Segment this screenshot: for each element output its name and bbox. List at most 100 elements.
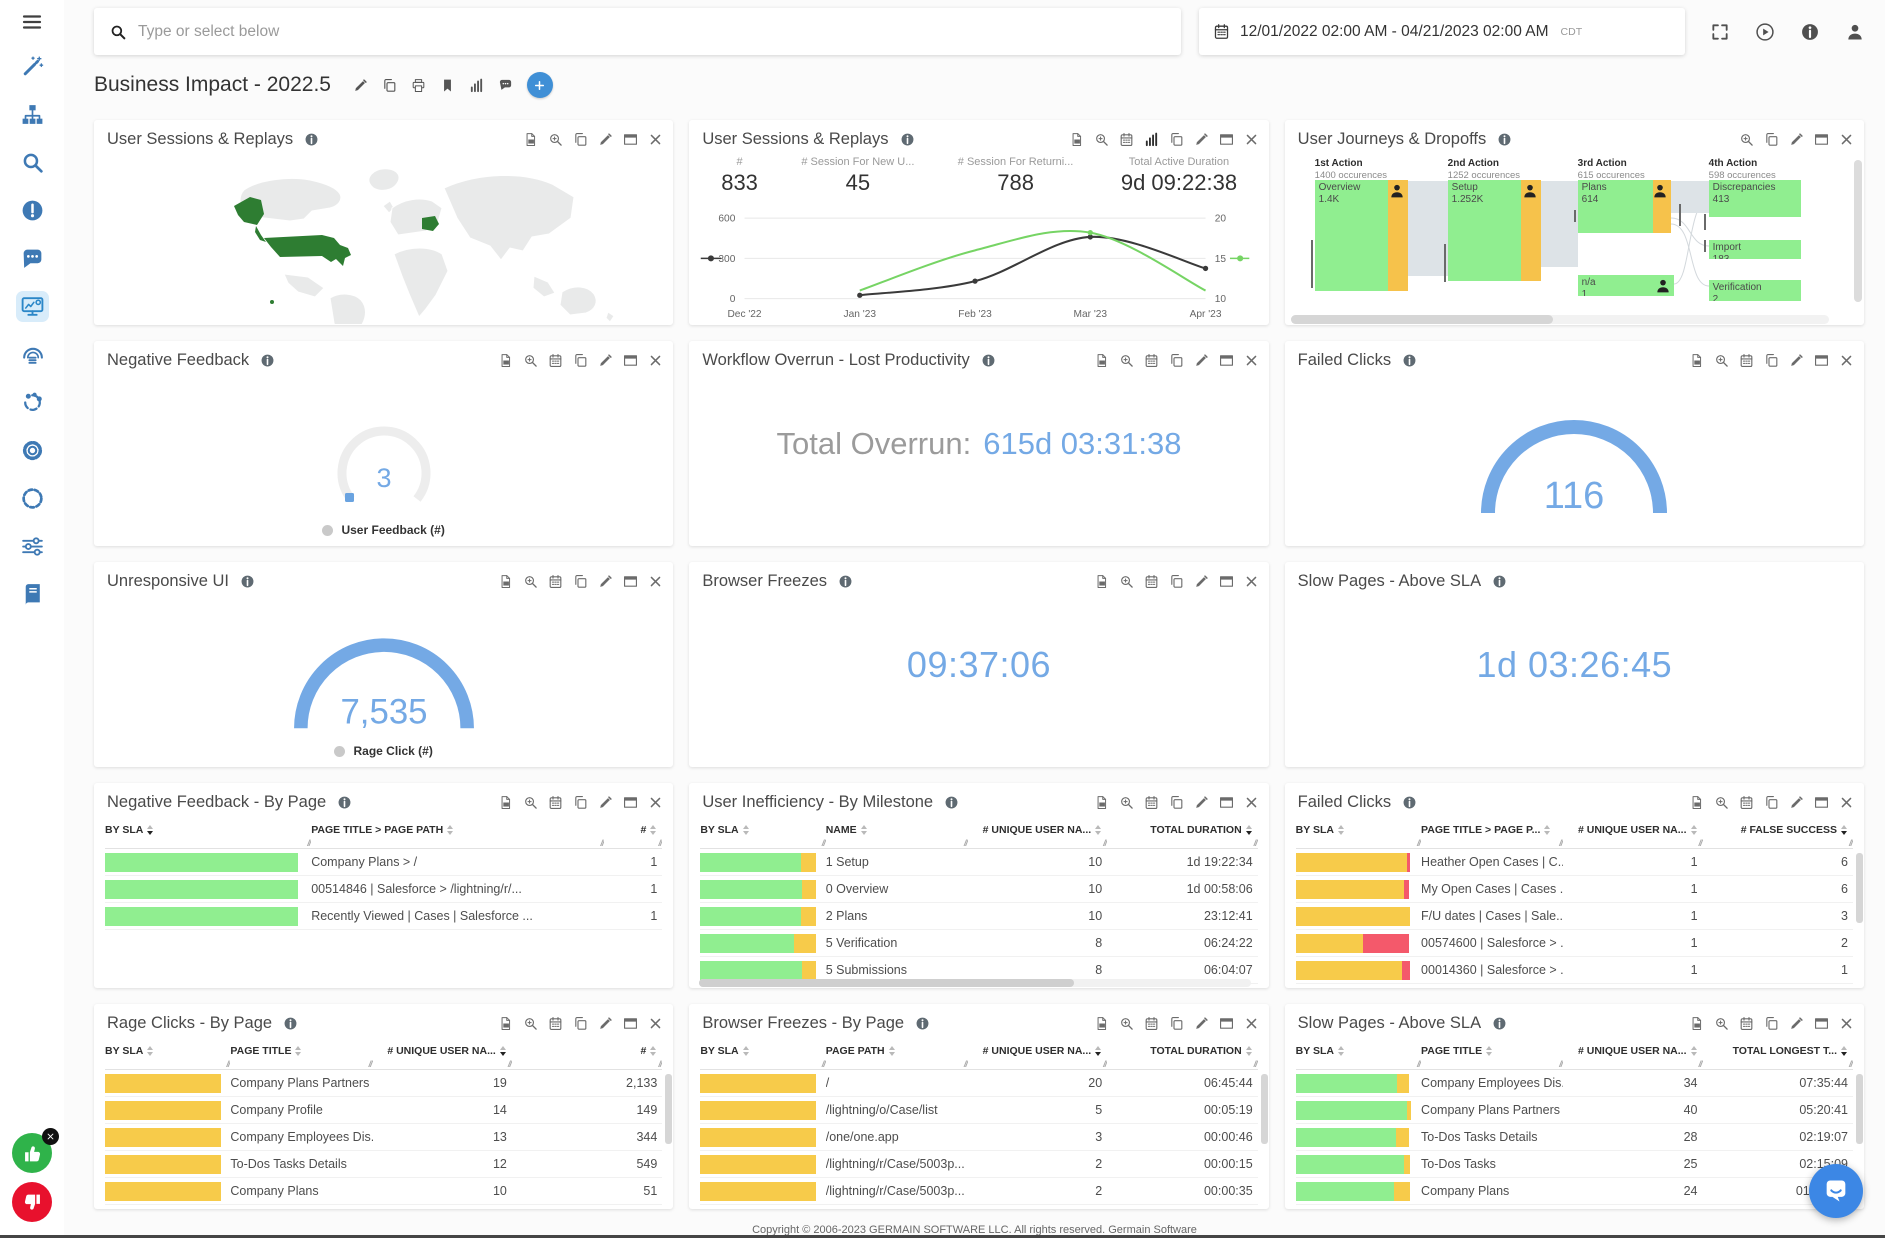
print-icon[interactable] xyxy=(411,78,426,93)
zoom-icon[interactable] xyxy=(523,353,538,368)
sidebar-item-settings[interactable] xyxy=(16,435,49,466)
export-csv-icon[interactable] xyxy=(1094,1016,1109,1031)
info-icon[interactable] xyxy=(1492,574,1507,589)
column-header[interactable]: # UNIQUE USER NA...// xyxy=(1563,817,1702,848)
edit-icon[interactable] xyxy=(1194,1016,1209,1031)
table-row[interactable]: Company Plans1051 xyxy=(105,1178,662,1205)
table-row[interactable]: /lightning/r/Case/5003p...200:00:35 xyxy=(700,1178,1257,1205)
edit-icon[interactable] xyxy=(598,132,613,147)
close-icon[interactable] xyxy=(1244,132,1259,147)
edit-icon[interactable] xyxy=(1194,574,1209,589)
copy-icon[interactable] xyxy=(573,574,588,589)
calendar-icon[interactable] xyxy=(1119,132,1134,147)
calendar-icon[interactable] xyxy=(548,353,563,368)
info-icon[interactable] xyxy=(1402,353,1417,368)
info-icon[interactable] xyxy=(1800,22,1820,42)
table-row[interactable]: To-Dos Tasks Details12549 xyxy=(105,1151,662,1178)
export-csv-icon[interactable] xyxy=(498,1016,513,1031)
sidebar-item-alerts[interactable] xyxy=(16,195,49,226)
calendar-icon[interactable] xyxy=(1739,1016,1754,1031)
zoom-icon[interactable] xyxy=(523,574,538,589)
info-icon[interactable] xyxy=(337,795,352,810)
column-header[interactable]: # UNIQUE USER NA...// xyxy=(968,817,1107,848)
table-row[interactable]: /lightning/o/Case/list500:05:19 xyxy=(700,1097,1257,1124)
vertical-scrollbar[interactable] xyxy=(1854,160,1862,302)
sidebar-item-workflow[interactable] xyxy=(16,387,49,418)
journey-node[interactable]: Overview1.4K xyxy=(1315,180,1408,291)
column-header[interactable]: PAGE TITLE// xyxy=(1421,1038,1563,1069)
zoom-icon[interactable] xyxy=(1714,795,1729,810)
comment-icon[interactable] xyxy=(498,78,513,93)
window-icon[interactable] xyxy=(623,795,638,810)
sidebar-item-hierarchy[interactable] xyxy=(16,99,49,130)
copy-icon[interactable] xyxy=(573,1016,588,1031)
sidebar-item-session-replay[interactable] xyxy=(16,339,49,370)
export-csv-icon[interactable] xyxy=(498,574,513,589)
copy-icon[interactable] xyxy=(1169,132,1184,147)
zoom-icon[interactable] xyxy=(1119,1016,1134,1031)
close-icon[interactable] xyxy=(1839,1016,1854,1031)
copy-icon[interactable] xyxy=(1169,795,1184,810)
window-icon[interactable] xyxy=(1814,1016,1829,1031)
export-csv-icon[interactable] xyxy=(498,795,513,810)
table-row[interactable]: Company Profile14149 xyxy=(105,1097,662,1124)
info-icon[interactable] xyxy=(1402,795,1417,810)
table-row[interactable]: /one/one.app300:00:46 xyxy=(700,1124,1257,1151)
journey-node[interactable]: Discrepancies413 xyxy=(1709,180,1801,217)
sidebar-item-automation-wand[interactable] xyxy=(16,51,49,82)
table-row[interactable]: 0 Overview101d 00:58:06 xyxy=(700,876,1257,903)
column-header[interactable]: # UNIQUE USER NA...// xyxy=(373,1038,512,1069)
close-icon[interactable] xyxy=(1839,353,1854,368)
thumbs-up-button[interactable] xyxy=(12,1133,52,1173)
table-row[interactable]: Recently Viewed | Cases | Salesforce ...… xyxy=(105,903,662,930)
zoom-icon[interactable] xyxy=(1739,132,1754,147)
calendar-icon[interactable] xyxy=(1144,574,1159,589)
export-csv-icon[interactable] xyxy=(1689,353,1704,368)
info-icon[interactable] xyxy=(944,795,959,810)
calendar-icon[interactable] xyxy=(1144,1016,1159,1031)
window-icon[interactable] xyxy=(1814,795,1829,810)
journey-node[interactable]: Import183 xyxy=(1709,240,1801,259)
window-icon[interactable] xyxy=(1219,1016,1234,1031)
chart-toggle-icon[interactable] xyxy=(1144,132,1159,147)
table-row[interactable]: /2006:45:44 xyxy=(700,1070,1257,1097)
table-row[interactable]: My Open Cases | Cases ...16 xyxy=(1296,876,1853,903)
export-csv-icon[interactable] xyxy=(1689,795,1704,810)
copy-icon[interactable] xyxy=(1169,574,1184,589)
search-bar[interactable] xyxy=(94,8,1181,55)
table-row[interactable] xyxy=(1296,984,1853,988)
window-icon[interactable] xyxy=(1219,132,1234,147)
edit-icon[interactable] xyxy=(1194,132,1209,147)
calendar-icon[interactable] xyxy=(548,1016,563,1031)
journey-node[interactable]: Verification2 xyxy=(1709,280,1801,301)
table-row[interactable]: /lightning/r/Case/5003p...200:00:15 xyxy=(700,1151,1257,1178)
copy-icon[interactable] xyxy=(382,78,397,93)
table-row[interactable]: Company Plans2401:31:1... xyxy=(1296,1178,1853,1205)
journey-node[interactable]: Plans614 xyxy=(1578,180,1671,233)
calendar-icon[interactable] xyxy=(1144,353,1159,368)
copy-icon[interactable] xyxy=(573,132,588,147)
info-icon[interactable] xyxy=(304,132,319,147)
edit-icon[interactable] xyxy=(598,574,613,589)
info-icon[interactable] xyxy=(981,353,996,368)
column-header[interactable]: TOTAL DURATION// xyxy=(1107,1038,1257,1069)
close-icon[interactable] xyxy=(1839,795,1854,810)
edit-icon[interactable] xyxy=(1789,795,1804,810)
edit-icon[interactable] xyxy=(598,1016,613,1031)
column-header[interactable]: # FALSE SUCCESS// xyxy=(1703,817,1853,848)
search-input[interactable] xyxy=(138,23,1166,41)
vertical-scrollbar[interactable] xyxy=(665,1074,672,1144)
copy-icon[interactable] xyxy=(573,795,588,810)
copy-icon[interactable] xyxy=(573,353,588,368)
menu-icon[interactable] xyxy=(20,10,44,34)
copy-icon[interactable] xyxy=(1169,1016,1184,1031)
zoom-icon[interactable] xyxy=(1714,1016,1729,1031)
info-icon[interactable] xyxy=(1492,1016,1507,1031)
table-row[interactable]: F/U dates | Cases | Sale...13 xyxy=(1296,903,1853,930)
column-header[interactable]: BY SLA// xyxy=(1296,1038,1421,1069)
info-icon[interactable] xyxy=(1497,132,1512,147)
zoom-icon[interactable] xyxy=(523,1016,538,1031)
zoom-icon[interactable] xyxy=(1119,353,1134,368)
copy-icon[interactable] xyxy=(1764,1016,1779,1031)
column-header[interactable]: #// xyxy=(512,1038,662,1069)
